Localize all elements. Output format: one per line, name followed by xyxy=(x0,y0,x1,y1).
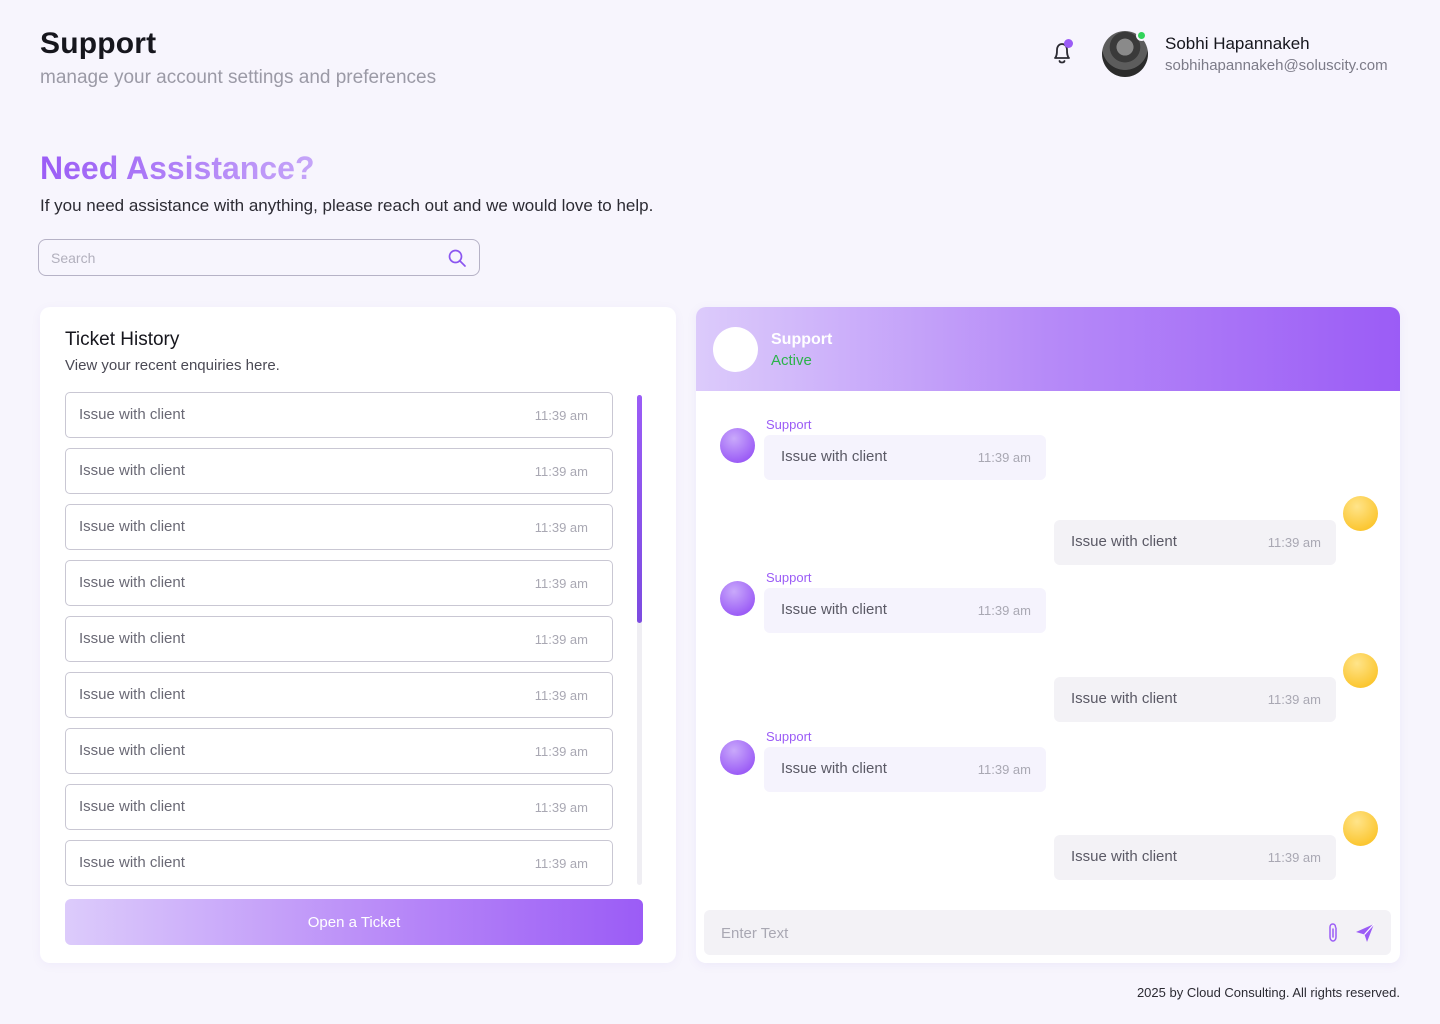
ticket-item-label: Issue with client xyxy=(79,742,185,759)
ticket-item[interactable]: Issue with client 11:39 am xyxy=(65,504,613,550)
assistance-title: Need Assistance? xyxy=(40,150,315,186)
notification-dot xyxy=(1064,39,1073,48)
message-bubble: Issue with client 11:39 am xyxy=(764,435,1046,480)
chat-header: Support Active xyxy=(696,307,1400,391)
message-sender: Support xyxy=(766,570,812,585)
message-input[interactable] xyxy=(721,923,1301,943)
ticket-item[interactable]: Issue with client 11:39 am xyxy=(65,448,613,494)
ticket-scrollbar-thumb[interactable] xyxy=(637,395,642,623)
ticket-item-time: 11:39 am xyxy=(534,408,588,423)
ticket-item-label: Issue with client xyxy=(79,574,185,591)
message-bubble: Issue with client 11:39 am xyxy=(1054,520,1336,565)
ticket-item-time: 11:39 am xyxy=(534,688,588,703)
message-time: 11:39 am xyxy=(1267,850,1321,865)
assistance-text: If you need assistance with anything, pl… xyxy=(40,196,654,215)
message-time: 11:39 am xyxy=(977,450,1031,465)
ticket-item-label: Issue with client xyxy=(79,854,185,871)
ticket-history-subtitle: View your recent enquiries here. xyxy=(65,357,280,374)
message-time: 11:39 am xyxy=(1267,535,1321,550)
search-icon[interactable] xyxy=(447,248,467,268)
message-avatar xyxy=(720,740,755,775)
message-avatar xyxy=(1343,496,1378,531)
user-email: sobhihapannakeh@soluscity.com xyxy=(1165,57,1388,74)
message-bubble: Issue with client 11:39 am xyxy=(1054,835,1336,880)
ticket-item-label: Issue with client xyxy=(79,798,185,815)
ticket-item[interactable]: Issue with client 11:39 am xyxy=(65,728,613,774)
ticket-item-time: 11:39 am xyxy=(534,520,588,535)
user-name: Sobhi Hapannakeh xyxy=(1165,34,1310,53)
send-icon[interactable] xyxy=(1354,922,1376,944)
ticket-item-time: 11:39 am xyxy=(534,576,588,591)
message-text: Issue with client xyxy=(781,448,887,465)
message-bubble: Issue with client 11:39 am xyxy=(764,747,1046,792)
message-text: Issue with client xyxy=(1071,848,1177,865)
page-subtitle: manage your account settings and prefere… xyxy=(40,67,437,88)
ticket-item-time: 11:39 am xyxy=(534,632,588,647)
message-avatar xyxy=(720,581,755,616)
page-title: Support xyxy=(40,27,157,60)
message-text: Issue with client xyxy=(781,601,887,618)
ticket-item[interactable]: Issue with client 11:39 am xyxy=(65,560,613,606)
online-status-dot xyxy=(1136,30,1147,41)
message-time: 11:39 am xyxy=(977,603,1031,618)
footer-copyright: 2025 by Cloud Consulting. All rights res… xyxy=(1136,985,1400,1000)
search-input[interactable] xyxy=(51,248,441,268)
attachment-icon[interactable] xyxy=(1324,922,1342,944)
ticket-item-time: 11:39 am xyxy=(534,856,588,871)
chat-avatar xyxy=(713,327,758,372)
message-time: 11:39 am xyxy=(1267,692,1321,707)
chat-card: Support Active Support Issue with client 1… xyxy=(696,307,1400,963)
search-box xyxy=(38,239,480,276)
ticket-item-label: Issue with client xyxy=(79,462,185,479)
ticket-item[interactable]: Issue with client 11:39 am xyxy=(65,784,613,830)
message-sender: Support xyxy=(766,729,812,744)
message-time: 11:39 am xyxy=(977,762,1031,777)
message-text: Issue with client xyxy=(781,760,887,777)
ticket-item[interactable]: Issue with client 11:39 am xyxy=(65,840,613,886)
ticket-item[interactable]: Issue with client 11:39 am xyxy=(65,616,613,662)
message-bubble: Issue with client 11:39 am xyxy=(764,588,1046,633)
notification-bell-button[interactable] xyxy=(1048,38,1076,68)
message-avatar xyxy=(720,428,755,463)
chat-status: Active xyxy=(771,352,812,369)
message-sender: Support xyxy=(766,417,812,432)
ticket-item-label: Issue with client xyxy=(79,406,185,423)
ticket-item-time: 11:39 am xyxy=(534,464,588,479)
open-ticket-button[interactable]: Open a Ticket xyxy=(65,899,643,945)
chat-input-bar xyxy=(704,910,1391,955)
message-text: Issue with client xyxy=(1071,533,1177,550)
ticket-item-label: Issue with client xyxy=(79,518,185,535)
ticket-history-title: Ticket History xyxy=(65,329,180,350)
message-bubble: Issue with client 11:39 am xyxy=(1054,677,1336,722)
ticket-history-card: Ticket History View your recent enquirie… xyxy=(40,307,676,963)
support-page: Support manage your account settings and… xyxy=(0,0,1440,1024)
ticket-item-label: Issue with client xyxy=(79,630,185,647)
message-avatar xyxy=(1343,811,1378,846)
ticket-item-time: 11:39 am xyxy=(534,800,588,815)
message-text: Issue with client xyxy=(1071,690,1177,707)
ticket-item[interactable]: Issue with client 11:39 am xyxy=(65,672,613,718)
ticket-item-label: Issue with client xyxy=(79,686,185,703)
message-avatar xyxy=(1343,653,1378,688)
chat-name: Support xyxy=(771,331,833,348)
ticket-item[interactable]: Issue with client 11:39 am xyxy=(65,392,613,438)
ticket-scrollbar[interactable] xyxy=(637,395,642,885)
ticket-item-time: 11:39 am xyxy=(534,744,588,759)
